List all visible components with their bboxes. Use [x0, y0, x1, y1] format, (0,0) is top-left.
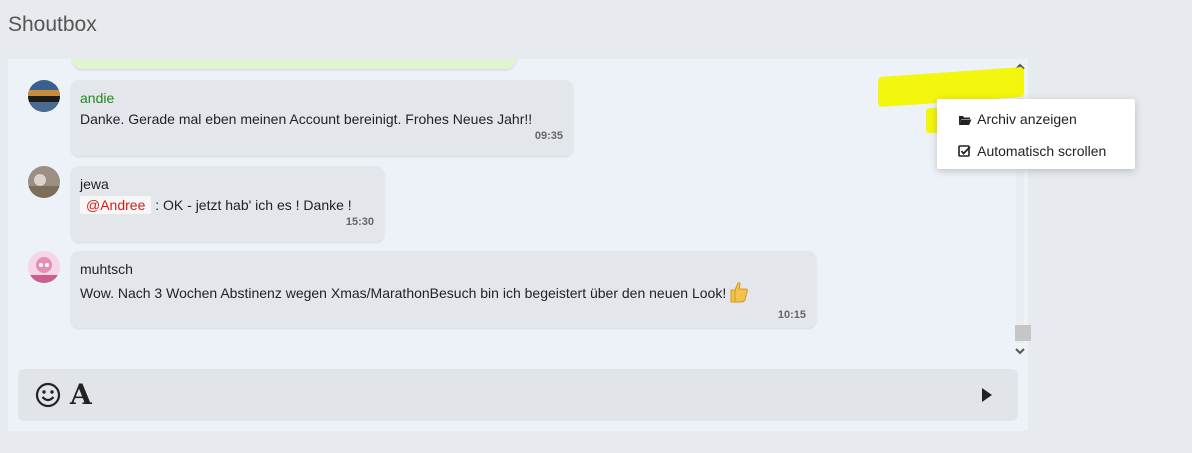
message-username[interactable]: andie: [80, 89, 563, 107]
menu-item-label: Automatisch scrollen: [977, 143, 1107, 159]
message-text-body: Wow. Nach 3 Wochen Abstinenz wegen Xmas/…: [80, 285, 727, 301]
mention-tag[interactable]: @Andree: [80, 196, 152, 214]
message-text: @Andree : OK - jetzt hab' ich es ! Danke…: [80, 196, 374, 214]
menu-item-label: Archiv anzeigen: [977, 111, 1077, 127]
message-composer: A: [18, 369, 1018, 421]
send-icon[interactable]: [980, 387, 994, 403]
message-text: Wow. Nach 3 Wochen Abstinenz wegen Xmas/…: [80, 281, 806, 307]
menu-item-auto-scroll[interactable]: Automatisch scrollen: [958, 142, 1106, 162]
shoutbox-options-menu: Archiv anzeigen Automatisch scrollen: [937, 99, 1135, 169]
message-time: 10:15: [777, 309, 806, 321]
menu-item-archive[interactable]: Archiv anzeigen: [958, 110, 1077, 130]
avatar[interactable]: [28, 80, 60, 112]
message-username[interactable]: jewa: [80, 175, 374, 193]
thumbs-up-icon: [729, 281, 749, 307]
checkbox-checked-icon: [958, 144, 974, 162]
scroll-thumb[interactable]: [1015, 325, 1031, 341]
message-time: 15:30: [345, 216, 374, 228]
avatar[interactable]: [28, 251, 60, 283]
page-title: Shoutbox: [8, 13, 97, 36]
message-time: 09:35: [534, 130, 563, 142]
font-format-icon[interactable]: A: [70, 378, 92, 411]
chevron-down-icon[interactable]: [1014, 345, 1026, 357]
message-bubble: jewa @Andree : OK - jetzt hab' ich es ! …: [71, 166, 384, 242]
message-username[interactable]: muhtsch: [80, 260, 806, 278]
avatar[interactable]: [28, 166, 60, 198]
shoutbox-panel: andie Danke. Gerade mal eben meinen Acco…: [8, 59, 1031, 431]
message-text-body: : OK - jetzt hab' ich es ! Danke !: [155, 197, 352, 213]
folder-open-icon: [958, 112, 974, 130]
previous-message-bubble: [72, 59, 516, 69]
message-list: andie Danke. Gerade mal eben meinen Acco…: [8, 59, 1012, 359]
message-bubble: andie Danke. Gerade mal eben meinen Acco…: [71, 80, 573, 156]
message-text: Danke. Gerade mal eben meinen Account be…: [80, 111, 533, 127]
message-bubble: muhtsch Wow. Nach 3 Wochen Abstinenz weg…: [71, 251, 816, 328]
smiley-icon[interactable]: [34, 381, 62, 409]
